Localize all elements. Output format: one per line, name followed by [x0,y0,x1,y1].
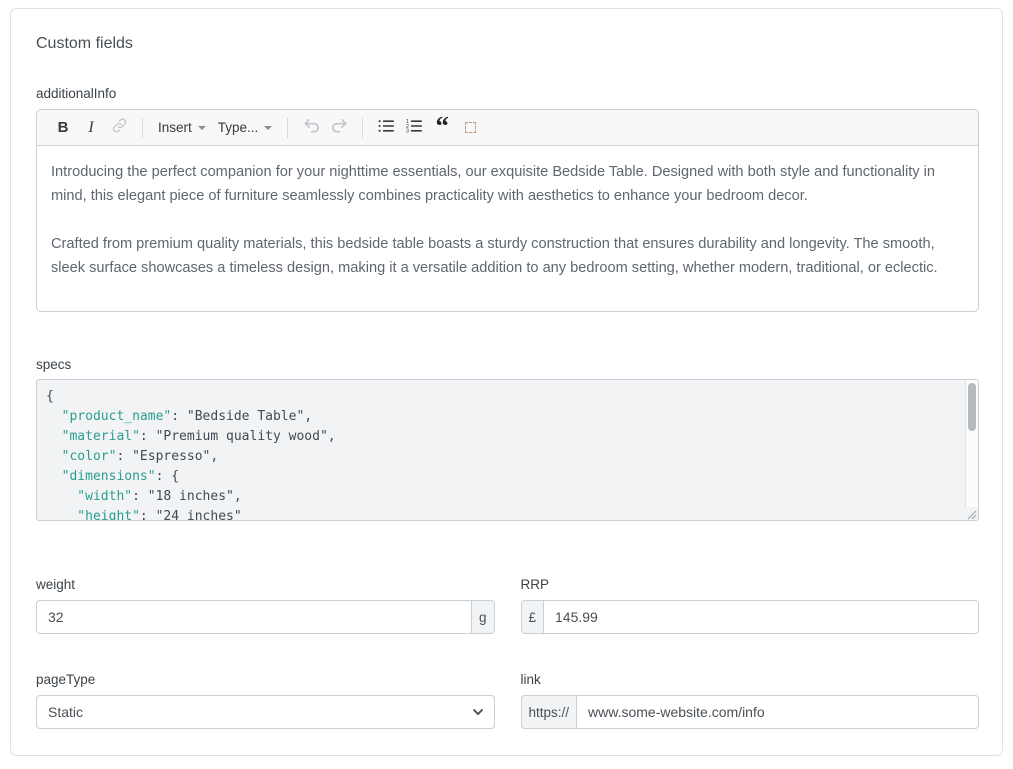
link-button[interactable] [105,114,133,142]
editor-content-area[interactable]: Introducing the perfect companion for yo… [37,146,978,311]
container-block-button[interactable] [456,114,484,142]
undo-button[interactable] [297,114,325,142]
bullet-list-button[interactable] [372,114,400,142]
specs-code-content: { "product_name": "Bedside Table", "mate… [37,380,978,521]
link-input[interactable] [576,695,979,729]
code-line: "width": "18 inches", [46,487,954,507]
page-type-select-wrap: Static [36,695,495,729]
insert-menu-label: Insert [158,120,192,135]
bullet-list-icon [377,118,395,138]
type-menu-label: Type... [218,120,259,135]
pagetype-link-row: pageType Static link https:// [36,672,979,729]
protocol-addon: https:// [521,695,578,729]
custom-fields-panel: Custom fields additionalInfo B I Insert … [10,8,1003,756]
page-type-label: pageType [36,672,495,687]
scrollbar-thumb[interactable] [968,383,976,431]
page-type-select[interactable]: Static [36,695,495,729]
redo-icon [330,117,349,138]
code-line: "height": "24 inches" [46,507,954,521]
code-line: "dimensions": { [46,467,954,487]
weight-input[interactable] [36,600,472,634]
link-input-group: https:// [521,695,980,729]
svg-text:3: 3 [406,128,409,133]
insert-menu-button[interactable]: Insert [152,114,212,142]
rrp-input[interactable] [543,600,979,634]
editor-paragraph: Crafted from premium quality materials, … [51,232,964,280]
chevron-down-icon [198,126,206,130]
bold-button[interactable]: B [49,114,77,142]
link-label: link [521,672,980,687]
toolbar-divider [287,118,288,138]
blockquote-icon: “ [436,121,450,135]
code-line: "color": "Espresso", [46,447,954,467]
toolbar-divider [142,118,143,138]
redo-button[interactable] [325,114,353,142]
code-line: "material": "Premium quality wood", [46,427,954,447]
additional-info-label: additionalInfo [36,86,970,101]
specs-label: specs [36,357,970,372]
numbered-list-icon: 1 2 3 [405,118,423,138]
code-line: "product_name": "Bedside Table", [46,407,954,427]
toolbar-divider [362,118,363,138]
rrp-input-group: £ [521,600,980,634]
currency-addon: £ [521,600,545,634]
italic-button[interactable]: I [77,114,105,142]
italic-icon: I [88,119,93,137]
rich-text-editor: B I Insert Type... [36,109,979,312]
editor-toolbar: B I Insert Type... [37,110,978,146]
specs-code-editor[interactable]: { "product_name": "Bedside Table", "mate… [36,379,979,521]
blockquote-button[interactable]: “ [428,114,456,142]
resize-handle-icon[interactable] [965,507,977,519]
scrollbar-track[interactable] [965,380,978,507]
bold-icon: B [58,119,69,136]
numbered-list-button[interactable]: 1 2 3 [400,114,428,142]
code-line: { [46,387,954,407]
weight-label: weight [36,577,495,592]
dashed-box-icon [465,122,476,133]
weight-unit-addon: g [471,600,495,634]
link-icon [111,117,128,138]
weight-input-group: g [36,600,495,634]
chevron-down-icon [264,126,272,130]
editor-paragraph: Introducing the perfect companion for yo… [51,160,964,208]
page-title: Custom fields [36,35,970,53]
undo-icon [302,117,321,138]
weight-rrp-row: weight g RRP £ [36,577,979,634]
type-menu-button[interactable]: Type... [212,114,279,142]
rrp-label: RRP [521,577,980,592]
